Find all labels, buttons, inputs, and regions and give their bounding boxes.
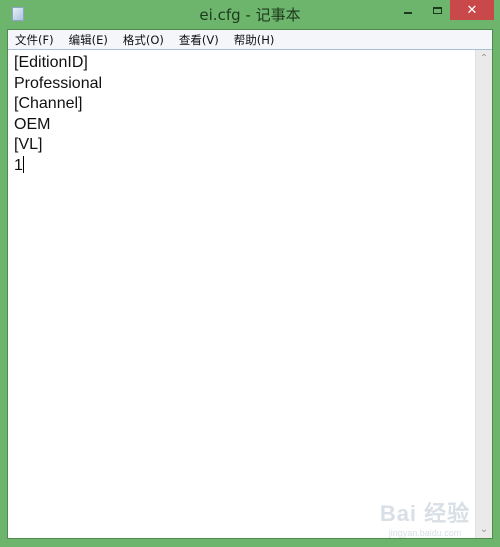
watermark-url: jingyan.baidu.com — [388, 528, 462, 538]
maximize-button[interactable] — [423, 0, 451, 20]
title-bar[interactable]: ei.cfg - 记事本 ✕ — [0, 0, 500, 28]
menu-file[interactable]: 文件(F) — [14, 32, 55, 48]
menu-edit[interactable]: 编辑(E) — [68, 32, 109, 48]
maximize-icon — [432, 6, 442, 14]
editor-line: Professional — [14, 74, 103, 92]
close-button[interactable]: ✕ — [450, 0, 494, 20]
minimize-icon — [404, 12, 412, 14]
baidu-watermark: Bai 经验 jingyan.baidu.com — [370, 496, 480, 538]
editor-line-last: 1 — [14, 155, 469, 177]
scroll-up-icon[interactable]: ⌃ — [476, 53, 492, 64]
watermark-logo: Bai 经验 — [379, 501, 471, 526]
notepad-window: 文件(F) 编辑(E) 格式(O) 查看(V) 帮助(H) [EditionID… — [7, 29, 493, 539]
close-icon: ✕ — [466, 2, 478, 18]
editor-line: [EditionID] — [14, 54, 88, 71]
menu-help[interactable]: 帮助(H) — [233, 32, 276, 48]
text-editor[interactable]: [EditionID] Professional [Channel] OEM [… — [8, 50, 475, 538]
menu-format[interactable]: 格式(O) — [122, 32, 165, 48]
menu-bar: 文件(F) 编辑(E) 格式(O) 查看(V) 帮助(H) — [8, 30, 492, 50]
editor-line: OEM — [14, 115, 51, 133]
menu-view[interactable]: 查看(V) — [178, 32, 220, 48]
vertical-scrollbar[interactable]: ⌃ ⌄ — [475, 50, 492, 538]
editor-line-text: 1 — [14, 156, 23, 174]
minimize-button[interactable] — [393, 0, 423, 20]
editor-line: [VL] — [14, 136, 43, 153]
editor-line: [Channel] — [14, 95, 83, 112]
text-caret — [22, 155, 24, 173]
